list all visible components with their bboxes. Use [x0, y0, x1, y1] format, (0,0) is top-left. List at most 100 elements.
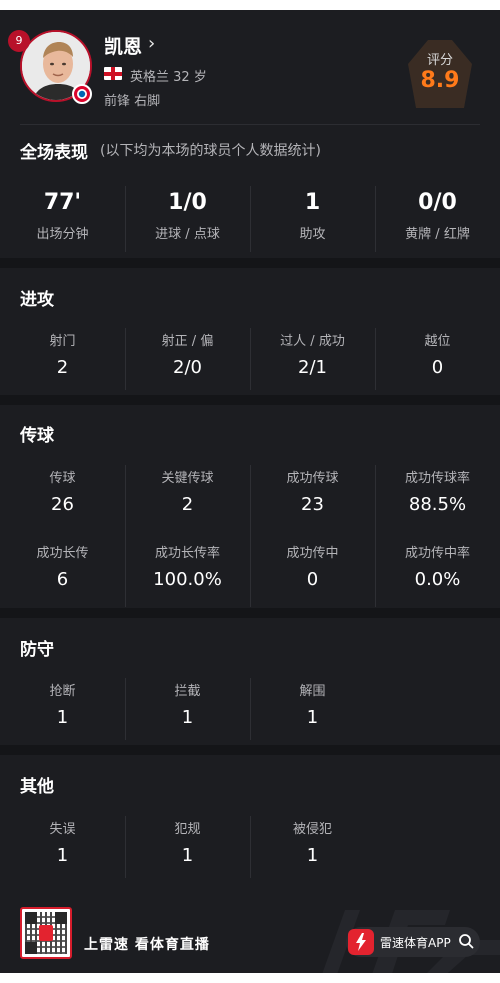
stat-offsides: 越位 0	[375, 330, 500, 378]
stat-value: 77'	[43, 190, 82, 215]
stat-label: 出场分钟	[36, 227, 89, 242]
player-nation-age: 英格兰 32 岁	[130, 70, 207, 85]
england-flag-icon	[104, 67, 122, 80]
qr-code[interactable]	[20, 907, 72, 959]
search-icon	[459, 934, 474, 949]
attack-title: 进攻	[20, 290, 54, 310]
stat-long-ball-accuracy: 成功长传率 100.0%	[125, 542, 250, 590]
promo-slogan: 上雷速 看体育直播	[84, 937, 210, 953]
stat-value: 1/0	[168, 190, 207, 215]
column-divider	[250, 678, 251, 740]
stat-label: 成功传中	[286, 546, 339, 561]
column-divider	[125, 328, 126, 390]
overview-note: (以下均为本场的球员个人数据统计)	[100, 143, 321, 159]
stat-label: 成功传球率	[404, 471, 470, 486]
stat-label: 过人 / 成功	[280, 334, 345, 349]
stat-key-passes: 关键传球 2	[125, 467, 250, 515]
section-separator	[0, 395, 500, 405]
stat-fouled: 被侵犯 1	[250, 818, 375, 866]
column-divider	[125, 465, 126, 607]
stat-value: 1	[306, 845, 319, 866]
stat-cross-accuracy: 成功传中率 0.0%	[375, 542, 500, 590]
stat-passes: 传球 26	[0, 467, 125, 515]
column-divider	[375, 328, 376, 390]
stat-label: 射门	[49, 334, 76, 349]
stat-pass-accuracy: 成功传球率 88.5%	[375, 467, 500, 515]
section-separator	[0, 745, 500, 755]
column-divider	[250, 328, 251, 390]
stat-label: 成功长传	[36, 546, 89, 561]
stat-long-balls: 成功长传 6	[0, 542, 125, 590]
stat-value: 2/0	[173, 357, 202, 378]
stat-crosses: 成功传中 0	[250, 542, 375, 590]
stat-shots-on-off: 射正 / 偏 2/0	[125, 330, 250, 378]
player-stats-card: 9 凯恩 › 英格兰 32 岁 前锋 右脚 评分 8.9 全场表现 (以下均为本…	[0, 10, 500, 973]
stat-value: 1	[56, 707, 69, 728]
stat-tackles: 抢断 1	[0, 680, 125, 728]
column-divider	[125, 186, 126, 252]
stat-successful-passes: 成功传球 23	[250, 467, 375, 515]
download-app-button[interactable]: 雷速体育APP	[346, 927, 480, 957]
stat-value: 88.5%	[408, 494, 467, 515]
divider	[20, 124, 480, 125]
stat-label: 抢断	[49, 684, 76, 699]
player-header: 9 凯恩 › 英格兰 32 岁 前锋 右脚 评分 8.9	[0, 10, 500, 130]
stat-value: 0/0	[418, 190, 457, 215]
stat-value: 100.0%	[153, 569, 222, 590]
stat-label: 拦截	[174, 684, 201, 699]
stat-value: 2/1	[298, 357, 327, 378]
stat-clearances: 解围 1	[250, 680, 375, 728]
stat-label: 失误	[49, 822, 76, 837]
section-separator	[0, 258, 500, 268]
stat-label: 传球	[49, 471, 76, 486]
stat-label: 被侵犯	[292, 822, 332, 837]
column-divider	[375, 465, 376, 607]
stat-fouls: 犯规 1	[125, 818, 250, 866]
app-label: 雷速体育APP	[380, 936, 451, 950]
column-divider	[250, 816, 251, 878]
defense-title: 防守	[20, 640, 54, 660]
column-divider	[250, 465, 251, 607]
club-badge-icon	[72, 84, 92, 104]
stat-label: 成功传球	[286, 471, 339, 486]
stat-value: 1	[306, 707, 319, 728]
section-separator	[0, 608, 500, 618]
column-divider	[125, 816, 126, 878]
stat-errors: 失误 1	[0, 818, 125, 866]
stat-value: 0	[431, 357, 444, 378]
stat-value: 1	[304, 190, 321, 215]
stat-value: 0	[306, 569, 319, 590]
promo-footer: 上雷速 看体育直播 雷速体育APP	[0, 890, 500, 973]
stat-label: 解围	[299, 684, 326, 699]
column-divider	[375, 186, 376, 252]
stat-label: 进球 / 点球	[155, 227, 220, 242]
stat-minutes: 77' 出场分钟	[0, 190, 125, 242]
stat-value: 1	[181, 707, 194, 728]
stat-value: 2	[56, 357, 69, 378]
stat-assists: 1 助攻	[250, 190, 375, 242]
other-title: 其他	[20, 777, 54, 797]
player-position: 前锋 右脚	[104, 94, 161, 109]
stat-label: 越位	[424, 334, 451, 349]
rating-value: 8.9	[420, 68, 460, 93]
stat-label: 助攻	[299, 227, 326, 242]
stat-shots: 射门 2	[0, 330, 125, 378]
player-name[interactable]: 凯恩	[104, 32, 142, 59]
stat-value: 0.0%	[414, 569, 461, 590]
stat-value: 26	[51, 494, 74, 515]
jersey-number-badge: 9	[8, 30, 30, 52]
passing-title: 传球	[20, 426, 54, 446]
stat-label: 成功长传率	[154, 546, 220, 561]
stat-label: 射正 / 偏	[161, 334, 214, 349]
stat-cards: 0/0 黄牌 / 红牌	[375, 190, 500, 242]
stat-label: 成功传中率	[404, 546, 470, 561]
rating-label: 评分	[426, 53, 453, 68]
stat-value: 6	[56, 569, 69, 590]
rating-badge: 评分 8.9	[406, 38, 474, 110]
stat-label: 关键传球	[161, 471, 214, 486]
app-logo-icon	[348, 929, 374, 955]
chevron-right-icon[interactable]: ›	[148, 33, 155, 54]
stat-value: 2	[181, 494, 194, 515]
stat-value: 1	[181, 845, 194, 866]
stat-dribbles: 过人 / 成功 2/1	[250, 330, 375, 378]
